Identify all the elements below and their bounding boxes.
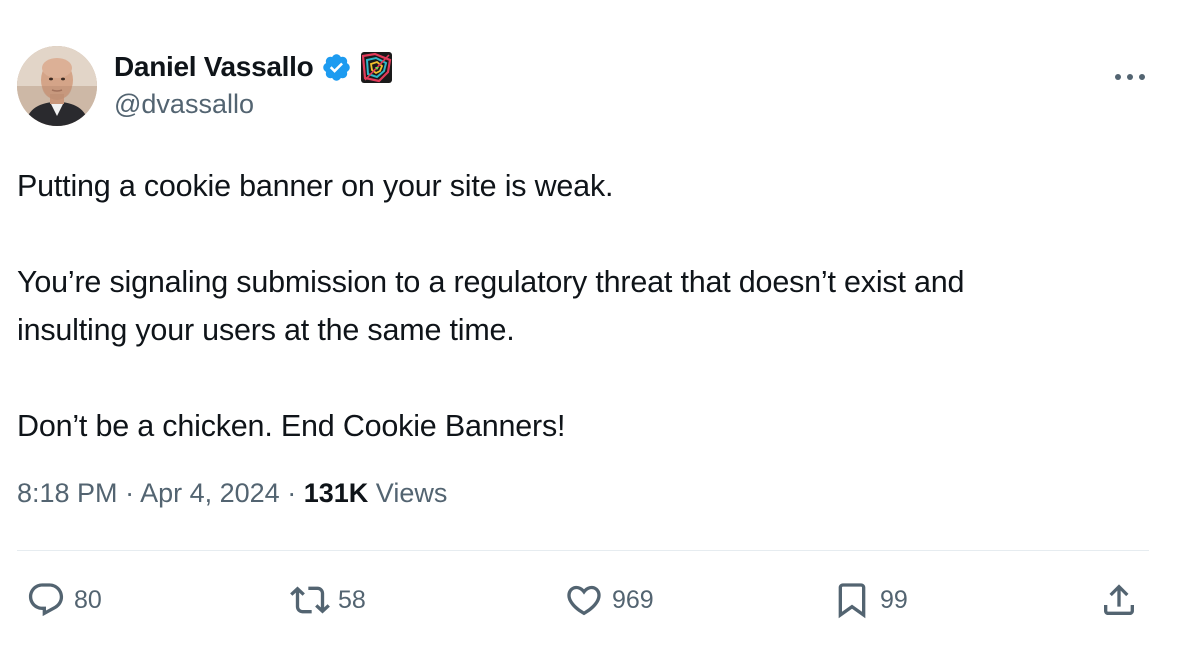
- divider: [17, 550, 1149, 551]
- bookmark-button[interactable]: 99: [832, 580, 908, 620]
- author-name-row: Daniel Vassallo: [114, 49, 393, 85]
- retweet-icon: [290, 586, 330, 614]
- reply-button[interactable]: 80: [26, 580, 102, 620]
- tweet-meta: 8:18 PM · Apr 4, 2024 · 131K Views: [17, 478, 447, 509]
- like-count: 969: [612, 585, 654, 614]
- retweet-button[interactable]: 58: [290, 580, 366, 620]
- verified-badge-icon: [321, 52, 352, 83]
- views-count: 131K: [303, 478, 369, 508]
- heart-icon: [567, 585, 601, 616]
- author-handle[interactable]: @dvassallo: [114, 89, 254, 120]
- share-icon: [1104, 584, 1134, 615]
- tweet-paragraph: Putting a cookie banner on your site is …: [17, 169, 614, 203]
- views-label: Views: [375, 478, 448, 508]
- like-button[interactable]: 969: [564, 580, 654, 620]
- tweet-paragraph: insulting your users at the same time.: [17, 313, 515, 347]
- meta-separator: ·: [287, 478, 297, 508]
- avatar[interactable]: [17, 46, 97, 126]
- tweet-card: Daniel Vassallo @dvassallo Putting a coo…: [0, 0, 1182, 650]
- tweet-paragraph: Don’t be a chicken. End Cookie Banners!: [17, 409, 566, 443]
- tweet-text: Putting a cookie banner on your site is …: [17, 162, 1167, 450]
- tweet-date[interactable]: Apr 4, 2024: [140, 478, 280, 508]
- more-horizontal-icon: [1115, 74, 1145, 80]
- tweet-paragraph: You’re signaling submission to a regulat…: [17, 265, 965, 299]
- share-button[interactable]: [1099, 580, 1139, 620]
- affiliate-badge-icon[interactable]: [361, 51, 393, 83]
- meta-separator: ·: [125, 478, 135, 508]
- author-display-name[interactable]: Daniel Vassallo: [114, 51, 314, 83]
- retweet-count: 58: [338, 585, 366, 614]
- reply-count: 80: [74, 585, 102, 614]
- bookmark-icon: [838, 583, 866, 619]
- avatar-image: [17, 46, 97, 126]
- tweet-time[interactable]: 8:18 PM: [17, 478, 118, 508]
- reply-icon: [28, 583, 64, 617]
- more-options-button[interactable]: [1113, 63, 1147, 91]
- bookmark-count: 99: [880, 585, 908, 614]
